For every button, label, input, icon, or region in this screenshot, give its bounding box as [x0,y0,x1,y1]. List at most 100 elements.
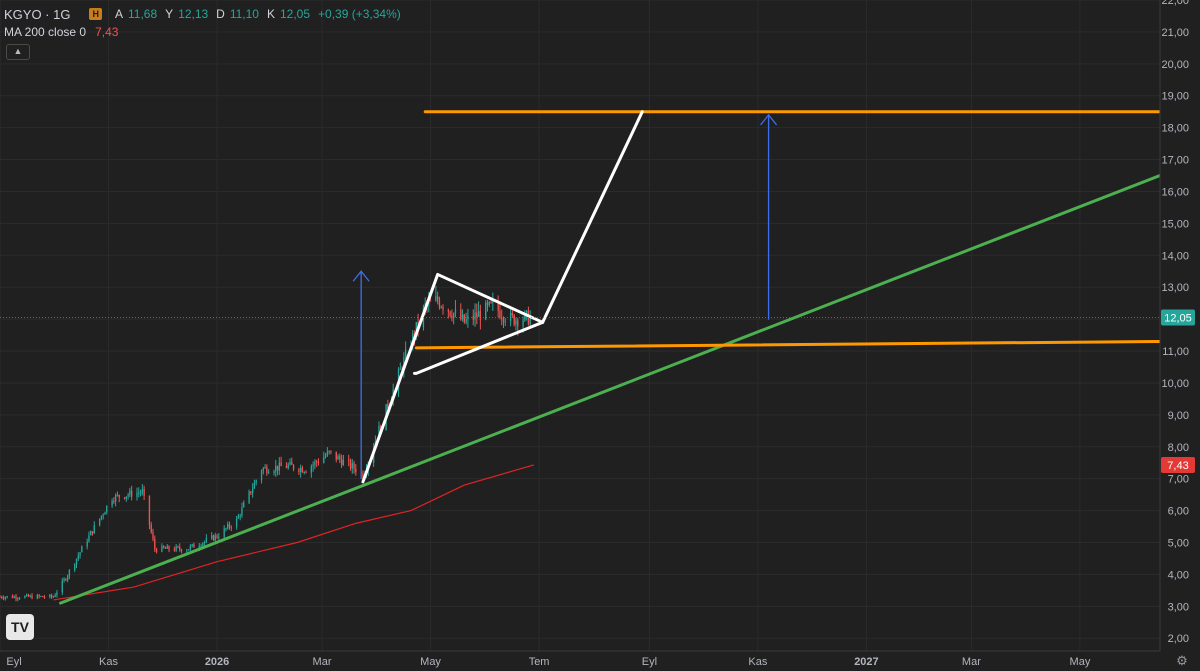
candle-body [4,597,7,599]
y-tick-label: 5,00 [1168,538,1189,550]
y-tick-label: 19,00 [1161,91,1189,103]
candle-body [501,317,503,319]
candle-body [17,598,19,600]
candle-body [511,312,514,315]
candle-body [102,514,104,516]
candle-body [485,302,487,320]
candle-body [262,468,264,471]
candle-body [63,579,65,581]
candle-body [26,594,28,597]
candle-body [111,501,113,506]
candle-body [130,490,133,497]
candle-body [278,462,280,471]
candle-body [326,451,329,456]
candle-body [463,314,466,323]
candle-body [163,545,165,548]
candle-body [465,319,467,323]
gear-icon[interactable]: ⚙ [1173,652,1191,670]
candle-body [136,492,138,497]
candle-body [353,463,355,469]
candle-body [50,594,53,597]
candle-body [499,310,501,318]
candle-body [88,535,90,542]
candle-body [150,524,152,533]
ma-value-label: 7,43 [1167,460,1188,472]
tradingview-logo-icon[interactable]: TV [6,614,34,640]
candle-body [211,535,213,539]
candle-body [454,309,457,314]
candle-body [275,465,277,472]
candle-body [43,596,46,598]
candle-body [86,541,88,547]
candle-body [79,552,81,556]
candle-body [504,321,506,323]
candle-body [52,596,55,598]
candle-body [438,300,441,308]
candle-body [148,495,151,525]
candle-body [317,462,320,464]
candle-body [337,456,339,460]
candle-body [11,596,14,598]
candle-body [13,596,15,598]
candle-body [330,450,332,452]
candle-body [486,302,489,305]
candle-body [24,596,26,599]
ohlc-row: KGYO · 1G H A 11,68 Y 12,13 D 11,10 K 12,05 … [4,5,404,23]
candle-body [328,450,330,452]
candle-body [187,549,190,551]
candle-body [260,470,263,481]
candle-body [61,580,63,593]
candle-body [348,459,350,461]
candle-body [351,463,353,469]
candle-body [177,546,179,548]
open-value: 11,68 [127,7,158,21]
candle-body [273,471,275,473]
indicator-row[interactable]: MA 200 close 0 7,43 [4,23,404,41]
y-tick-label: 20,00 [1161,59,1189,71]
candle-body [399,368,401,370]
candle-body [90,531,92,536]
candle-body [106,505,108,513]
candle-body [6,596,8,598]
candle-body [314,461,316,465]
candle-body [175,546,177,551]
y-tick-label: 10,00 [1161,378,1189,390]
candle-body [440,307,442,309]
x-tick-label: Mar [313,656,332,668]
candle-body [216,535,218,538]
candle-body [143,489,145,496]
candle-body [56,592,58,596]
close-value: 12,05 [280,7,311,21]
drawings [0,110,1162,605]
candle-body [74,564,76,570]
candle-body [250,491,252,494]
indicator-label: MA 200 close 0 [4,25,87,39]
candle-body [49,594,51,598]
change-value: +0,39 (+3,34%) [318,7,401,21]
y-tick-label: 16,00 [1161,186,1189,198]
symbol-label[interactable]: KGYO · 1G [4,7,70,22]
candle-body [502,318,505,322]
candle-body [447,309,450,312]
y-tick-label: 21,00 [1161,27,1189,39]
candle-body [93,525,95,534]
candle-body [280,462,282,467]
candle-body [40,596,42,598]
candle-body [488,301,490,305]
candle-body [65,579,67,581]
candle-body [355,468,357,473]
candle-body [264,467,266,469]
candle-body [479,311,482,320]
close-label: K [266,7,275,21]
candle-body [435,296,437,301]
candle-body [138,492,140,494]
price-chart[interactable]: 22,00 21,00 20,00 19,00 18,00 17,00 16,00 15,00… [0,0,1200,671]
candle-body [38,595,40,597]
candle-body [155,549,158,552]
candle-body [202,543,204,546]
chart-legend: KGYO · 1G H A 11,68 Y 12,13 D 11,10 K 12,05 … [4,5,404,41]
chevron-up-icon[interactable]: ▲ [6,44,30,60]
candle-body [285,466,288,468]
candle-body [476,312,478,317]
candle-body [191,544,193,546]
